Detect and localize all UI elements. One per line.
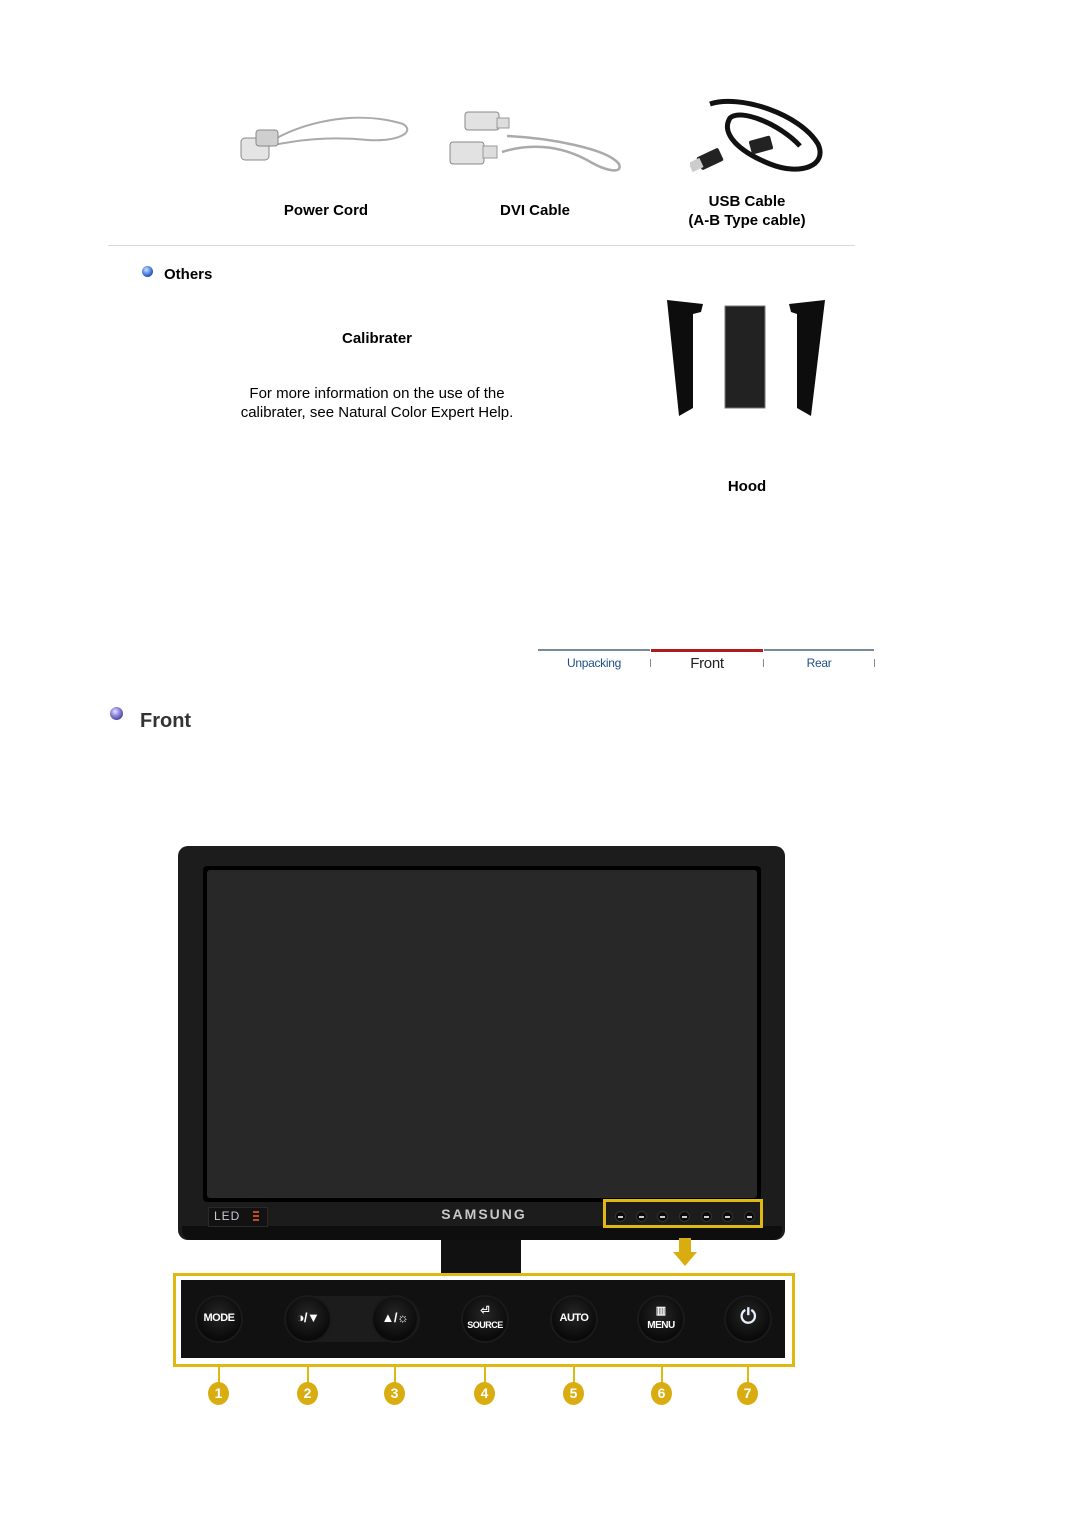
dvi-cable-label: DVI Cable (499, 202, 571, 219)
mini-button-5 (701, 1211, 712, 1222)
down-arrow-icon (679, 1238, 691, 1252)
callout-number-7: 7 (737, 1382, 758, 1405)
contrast-down-button[interactable]: ◑/▼ (286, 1297, 330, 1341)
tab-label: Front (690, 655, 724, 672)
menu-icon: ▥ (655, 1305, 667, 1317)
section-tabs: Unpacking Front Rear (538, 649, 875, 675)
auto-button-label: AUTO (559, 1312, 589, 1324)
tab-separator (874, 659, 875, 667)
mini-button-6 (722, 1211, 733, 1222)
usb-cable-label-line2: (A-B Type cable) (688, 212, 806, 229)
mini-button-2 (636, 1211, 647, 1222)
auto-button[interactable]: AUTO (552, 1297, 596, 1341)
callout-number-3: 3 (384, 1382, 405, 1405)
power-cord-label: Power Cord (283, 202, 369, 219)
tab-rear[interactable]: Rear (764, 649, 874, 675)
contrast-down-icon: ◑/▼ (296, 1310, 320, 1325)
mini-button-7 (744, 1211, 755, 1222)
menu-button-label: MENU (647, 1320, 675, 1331)
tab-bar-active (651, 649, 763, 652)
tab-bar (764, 649, 874, 651)
callout-number-2: 2 (297, 1382, 318, 1405)
down-arrow-head-icon (673, 1252, 697, 1266)
callout-number-1: 1 (208, 1382, 229, 1405)
hood-image (667, 300, 825, 416)
tab-unpacking[interactable]: Unpacking (538, 649, 650, 675)
section-title: Front (140, 710, 192, 732)
tab-front[interactable]: Front (651, 649, 763, 675)
bullet-icon (142, 266, 153, 277)
usb-cable-label-line1: USB Cable (708, 193, 786, 210)
callout-number-5: 5 (563, 1382, 584, 1405)
led-badge-text: LED (214, 1209, 241, 1223)
bullet-icon (110, 707, 123, 720)
brand-logo: SAMSUNG (441, 1206, 527, 1222)
mode-button-label: MODE (203, 1312, 236, 1324)
menu-button[interactable]: ▥ MENU (639, 1297, 683, 1341)
source-button[interactable]: ⏎ SOURCE (463, 1297, 507, 1341)
mini-button-1 (615, 1211, 626, 1222)
up-brightness-icon: ▲/☼ (381, 1310, 409, 1325)
usb-cable-label: USB Cable (A-B Type cable) (637, 192, 857, 230)
power-icon: ⏻ (740, 1306, 756, 1328)
hood-label: Hood (727, 478, 767, 495)
monitor-chin (182, 1226, 782, 1240)
calibrater-description-line1: For more information on the use of the (249, 385, 505, 402)
led-indicator-icon (253, 1211, 259, 1223)
usb-cable-image (690, 98, 823, 173)
source-icon: ⏎ (480, 1305, 490, 1317)
calibrater-title: Calibrater (341, 330, 413, 347)
tab-bar (538, 649, 650, 651)
monitor-screen (207, 870, 757, 1198)
power-button[interactable]: ⏻ (726, 1297, 770, 1341)
callout-number-4: 4 (474, 1382, 495, 1405)
led-badge: LED (208, 1207, 268, 1227)
calibrater-description-line2: calibrater, see Natural Color Expert Hel… (240, 404, 514, 421)
power-cord-image (240, 116, 409, 161)
tab-label: Unpacking (566, 656, 621, 670)
mini-button-3 (657, 1211, 668, 1222)
mode-button[interactable]: MODE (197, 1297, 241, 1341)
callout-number-6: 6 (651, 1382, 672, 1405)
source-button-label: SOURCE (467, 1320, 503, 1330)
calibrater-description: For more information on the use of the c… (218, 384, 536, 422)
dvi-cable-image (449, 111, 621, 172)
mini-button-4 (679, 1211, 690, 1222)
section-divider (108, 245, 855, 246)
tab-label: Rear (806, 656, 832, 670)
up-brightness-button[interactable]: ▲/☼ (373, 1297, 417, 1341)
others-heading: Others (164, 266, 213, 283)
